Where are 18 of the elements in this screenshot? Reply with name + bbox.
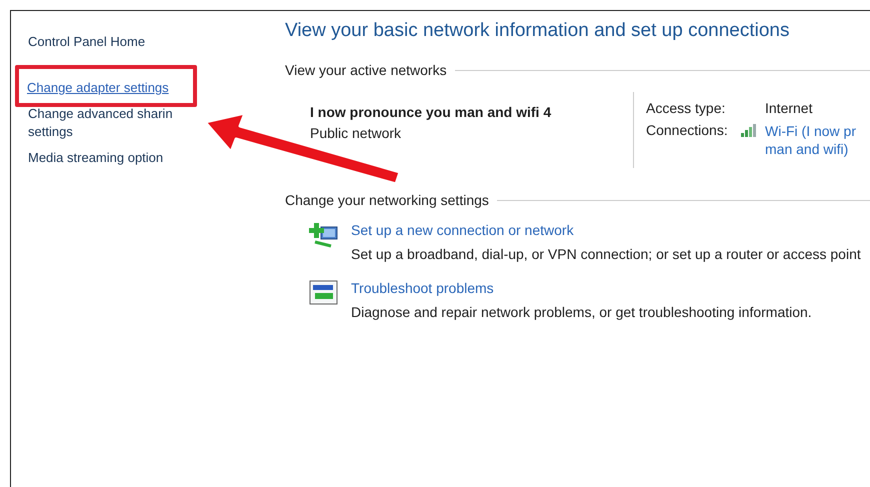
network-type: Public network	[310, 125, 402, 141]
section-heading: View your active networks	[285, 62, 447, 78]
field-label: Connections:	[646, 122, 729, 140]
task-description: Set up a broadband, dial-up, or VPN connection; or set up a router or access point	[351, 246, 861, 262]
section-heading: Change your networking settings	[285, 192, 489, 208]
network-name: I now pronounce you man and wifi 4	[310, 104, 552, 120]
field-value: Internet	[765, 100, 814, 116]
sidebar-item[interactable]: Change advanced sharin settings	[28, 105, 173, 141]
task-link[interactable]: Set up a new connection or network	[351, 222, 861, 238]
troubleshoot-icon	[309, 280, 339, 306]
page-title: View your basic network information and set up connections	[285, 20, 790, 42]
task-link[interactable]: Troubleshoot problems	[351, 280, 812, 296]
connection-link[interactable]: Wi-Fi (I now pr man and wifi)	[765, 122, 856, 158]
sidebar-item[interactable]: Media streaming option	[28, 149, 164, 167]
field-label: Access type:	[646, 100, 726, 116]
task-description: Diagnose and repair network problems, or get troubleshooting information.	[351, 304, 812, 320]
sidebar-item[interactable]: Control Panel Home	[28, 33, 146, 51]
sidebar-link[interactable]: Change adapter settings	[27, 79, 187, 97]
